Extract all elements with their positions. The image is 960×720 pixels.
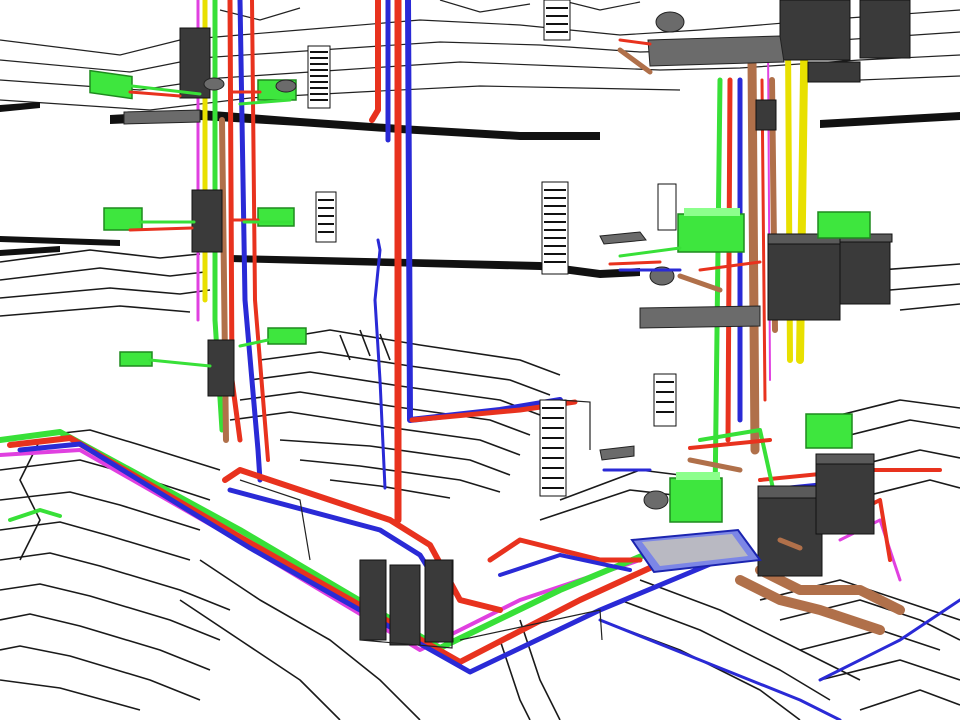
plumbing-3d-diagram [0, 0, 960, 720]
shower-tray-icon [630, 528, 762, 574]
